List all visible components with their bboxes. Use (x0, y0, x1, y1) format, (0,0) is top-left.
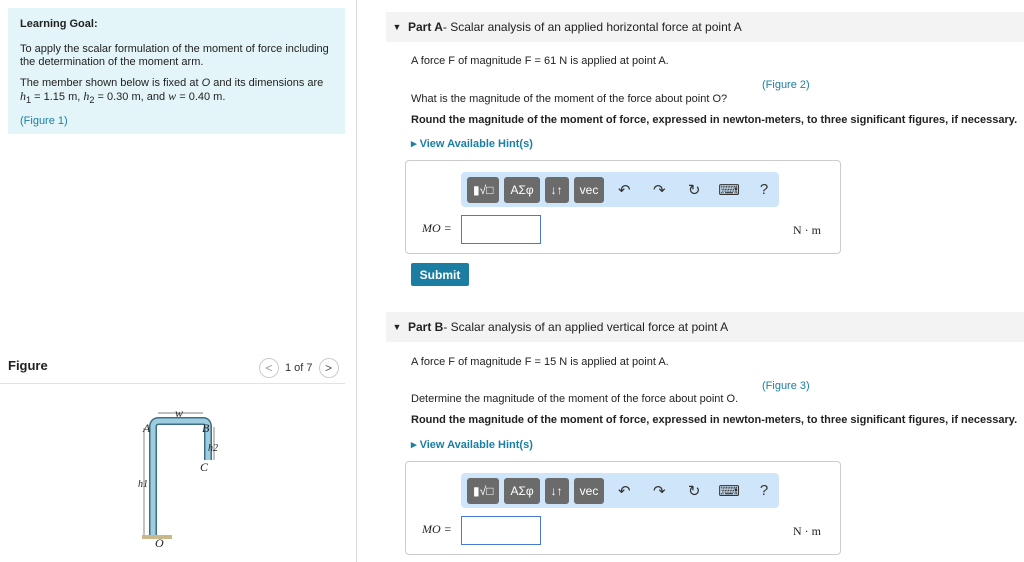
redo-icon[interactable]: ↷ (644, 181, 674, 199)
goal-text: To apply the scalar formulation of the m… (20, 43, 329, 68)
next-figure-button[interactable]: > (318, 358, 339, 378)
part-label: Part B (408, 320, 444, 334)
part-a-header[interactable]: ▼ Part A - Scalar analysis of an applied… (386, 12, 1024, 42)
reset-icon[interactable]: ↻ (679, 181, 709, 199)
question: What is the magnitude of the moment of t… (411, 93, 728, 105)
collapse-icon[interactable]: ▼ (386, 322, 408, 332)
t: w (168, 89, 177, 103)
instructions: Round the magnitude of the moment of for… (411, 114, 1018, 126)
figure-title: Figure (8, 358, 48, 373)
figure-1-link[interactable]: (Figure 1) (20, 115, 333, 128)
hints-link[interactable]: ▸ View Available Hint(s) (411, 438, 533, 451)
figure-pager: < 1 of 7 > (259, 358, 339, 378)
subscript-button[interactable]: ↓↑ (544, 176, 569, 203)
learning-goal: Learning Goal: To apply the scalar formu… (8, 8, 345, 134)
force-text: A force F of magnitude F = 15 N is appli… (411, 356, 669, 368)
figure-3-link[interactable]: (Figure 3) (762, 380, 810, 392)
redo-icon[interactable]: ↷ (644, 482, 674, 500)
math-toolbar: ▮√□ ΑΣφ ↓↑ vec ↶ ↷ ↻ ⌨ ? (461, 172, 779, 207)
answer-input-a[interactable] (461, 215, 541, 244)
hint-label: View Available Hint(s) (419, 439, 533, 451)
undo-icon[interactable]: ↶ (609, 482, 639, 500)
keyboard-icon[interactable]: ⌨ (714, 482, 744, 500)
force-text: A force F of magnitude F = 61 N is appli… (411, 55, 669, 67)
t: The member shown below is fixed at (20, 77, 202, 89)
part-b-header[interactable]: ▼ Part B - Scalar analysis of an applied… (386, 312, 1024, 342)
vec-button[interactable]: vec (573, 477, 605, 504)
answer-input-b[interactable] (461, 516, 541, 545)
math-toolbar: ▮√□ ΑΣφ ↓↑ vec ↶ ↷ ↻ ⌨ ? (461, 473, 779, 508)
unit-label: N · m (793, 223, 821, 237)
hint-label: View Available Hint(s) (419, 138, 533, 150)
instructions: Round the magnitude of the moment of for… (411, 414, 1018, 426)
templates-button[interactable]: ▮√□ (467, 477, 500, 504)
greek-button[interactable]: ΑΣφ (504, 477, 540, 504)
t: O (201, 77, 211, 89)
goal-title: Learning Goal: (20, 18, 98, 30)
label-w: w (175, 406, 183, 420)
greek-button[interactable]: ΑΣφ (504, 176, 540, 203)
label-c: C (200, 460, 209, 474)
member-figure: A B C O w h1 h2 (138, 406, 218, 550)
submit-button[interactable]: Submit (411, 263, 469, 286)
divider (0, 383, 345, 384)
panel-divider[interactable] (356, 0, 357, 562)
label-b: B (202, 421, 210, 435)
answer-label: MO = (422, 522, 452, 536)
collapse-icon[interactable]: ▼ (386, 22, 408, 32)
answer-label: MO = (422, 221, 452, 235)
t: = 0.30 m, and (94, 91, 169, 103)
undo-icon[interactable]: ↶ (609, 181, 639, 199)
subscript-button[interactable]: ↓↑ (544, 477, 569, 504)
goal-dimensions: The member shown below is fixed at O and… (20, 77, 324, 106)
hints-link[interactable]: ▸ View Available Hint(s) (411, 137, 533, 150)
part-title: - Scalar analysis of an applied horizont… (442, 20, 742, 34)
unit-label: N · m (793, 524, 821, 538)
vec-button[interactable]: vec (573, 176, 605, 203)
answer-box-b: ▮√□ ΑΣφ ↓↑ vec ↶ ↷ ↻ ⌨ ? MO = N · m (405, 461, 841, 555)
figure-2-link[interactable]: (Figure 2) (762, 79, 810, 91)
question: Determine the magnitude of the moment of… (411, 393, 739, 405)
part-title: - Scalar analysis of an applied vertical… (443, 320, 729, 334)
label-h1: h1 (138, 479, 148, 490)
label-h2: h2 (208, 443, 218, 454)
pager-text: 1 of 7 (285, 362, 313, 374)
answer-box-a: ▮√□ ΑΣφ ↓↑ vec ↶ ↷ ↻ ⌨ ? MO = N · m (405, 160, 841, 254)
templates-button[interactable]: ▮√□ (467, 176, 500, 203)
help-button[interactable]: ? (749, 482, 779, 499)
t: = 0.40 m. (176, 91, 226, 103)
label-a: A (142, 421, 151, 435)
keyboard-icon[interactable]: ⌨ (714, 181, 744, 199)
t: and its dimensions are (210, 77, 324, 89)
t: = 1.15 m, (31, 91, 84, 103)
reset-icon[interactable]: ↻ (679, 482, 709, 500)
label-o: O (155, 536, 164, 550)
help-button[interactable]: ? (749, 181, 779, 198)
prev-figure-button[interactable]: < (259, 358, 279, 378)
part-label: Part A (408, 20, 443, 34)
